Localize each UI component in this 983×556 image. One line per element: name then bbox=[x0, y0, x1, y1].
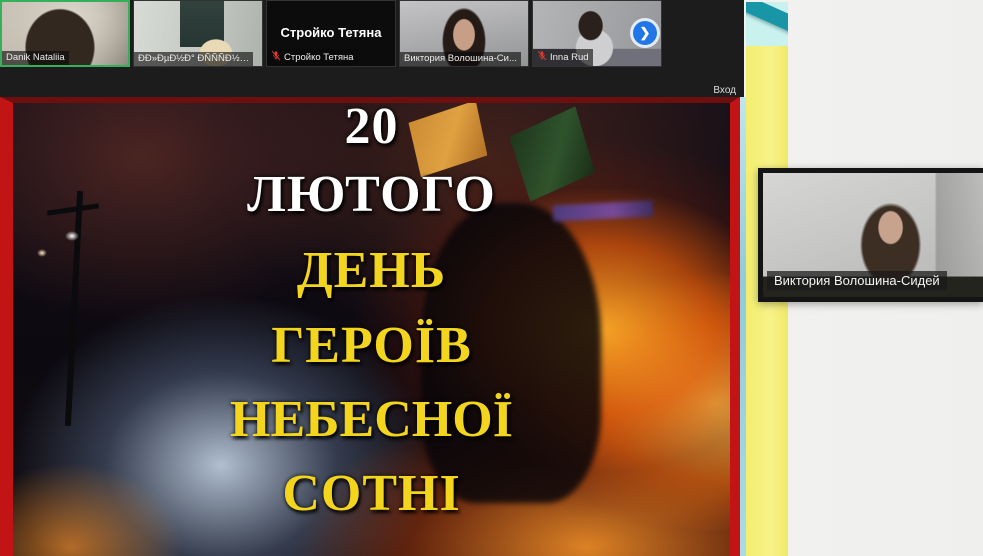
participant-name-badge: Стройко Тетяна bbox=[267, 49, 358, 66]
muted-mic-icon bbox=[537, 50, 547, 65]
chevron-right-icon: ❯ bbox=[640, 25, 651, 41]
meeting-window: Danik Nataliia ÐÐ»ÐµÐ½Ð° ÐÑÑÑÐ½… Стройко… bbox=[0, 0, 983, 556]
slide-line-den: ДЕНЬ bbox=[13, 241, 730, 300]
participant-name: Inna Rud bbox=[550, 52, 589, 64]
slide-line-date: 20 bbox=[13, 97, 730, 156]
participant-name-badge: Виктория Волошина-Сидей bbox=[767, 271, 947, 290]
participant-name-badge: Inna Rud bbox=[533, 49, 593, 66]
participant-name: ÐÐ»ÐµÐ½Ð° ÐÑÑÑÐ½… bbox=[138, 53, 249, 65]
participant-display-name: Стройко Тетяна bbox=[267, 25, 395, 40]
muted-mic-icon bbox=[271, 50, 281, 65]
participant-name-badge: Danik Nataliia bbox=[2, 51, 69, 65]
participant-name: Danik Nataliia bbox=[6, 52, 65, 64]
floating-video-viktoria[interactable]: Виктория Волошина-Сидей bbox=[758, 168, 983, 302]
participant-name: Стройко Тетяна bbox=[284, 52, 354, 64]
participants-strip: Danik Nataliia ÐÐ»ÐµÐ½Ð° ÐÑÑÑÐ½… Стройко… bbox=[0, 0, 744, 97]
next-participants-button[interactable]: ❯ bbox=[633, 21, 657, 45]
teal-ribbon bbox=[746, 2, 788, 40]
shared-screen-slide: 20 ЛЮТОГО ДЕНЬ ГЕРОЇВ НЕБЕСНОЇ СОТНІ bbox=[0, 97, 740, 556]
slide-line-heroiv: ГЕРОЇВ bbox=[13, 316, 730, 375]
participant-name-badge: ÐÐ»ÐµÐ½Ð° ÐÑÑÑÐ½… bbox=[134, 52, 253, 66]
video-tile-stroiko-tetiana[interactable]: Стройко Тетяна Стройко Тетяна bbox=[266, 0, 396, 67]
slide-title-block: 20 ЛЮТОГО ДЕНЬ ГЕРОЇВ НЕБЕСНОЇ СОТНІ bbox=[13, 103, 730, 556]
teal-corner-decoration bbox=[746, 2, 788, 46]
video-tile-danik-nataliia[interactable]: Danik Nataliia bbox=[0, 0, 130, 67]
slide-line-nebesnoi: НЕБЕСНОЇ bbox=[13, 390, 730, 449]
participant-name: Виктория Волошина-Си... bbox=[404, 53, 517, 65]
participant-name-badge: Виктория Волошина-Си... bbox=[400, 52, 521, 66]
video-tile-olena[interactable]: ÐÐ»ÐµÐ½Ð° ÐÑÑÑÐ½… bbox=[133, 0, 263, 67]
slide-line-month: ЛЮТОГО bbox=[13, 165, 730, 224]
strip-corner-label: Вход bbox=[713, 85, 736, 96]
slide-line-sotni: СОТНІ bbox=[13, 464, 730, 523]
video-tile-viktoria[interactable]: Виктория Волошина-Си... bbox=[399, 0, 529, 67]
